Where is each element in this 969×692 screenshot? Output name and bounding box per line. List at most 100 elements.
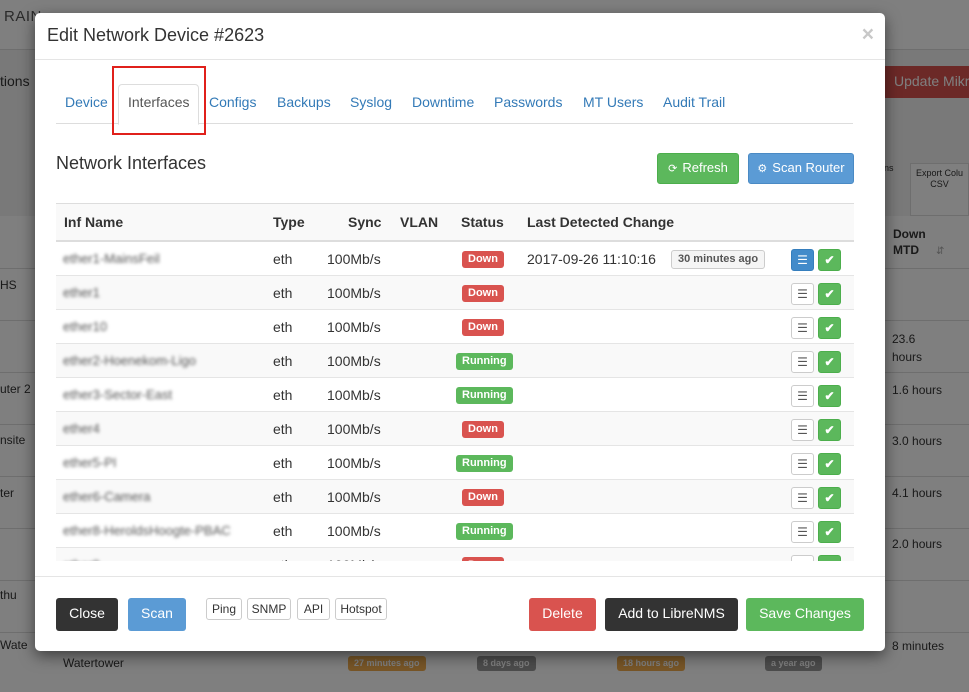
interface-sync: 100Mb/s	[327, 523, 381, 539]
add-librenms-button[interactable]: Add to LibreNMS	[605, 598, 738, 631]
check-icon[interactable]: ✔	[818, 521, 841, 543]
tab-syslog[interactable]: Syslog	[350, 84, 392, 124]
scan-router-button[interactable]: ⚙ Scan Router	[748, 153, 854, 184]
tab-mt-users[interactable]: MT Users	[583, 84, 643, 124]
tab-downtime[interactable]: Downtime	[412, 84, 474, 124]
table-row: ether9 eth 100Mb/s Down ☰ ✔	[56, 548, 854, 561]
list-icon[interactable]: ☰	[791, 521, 814, 543]
modal-header: Edit Network Device #2623 ×	[35, 13, 885, 60]
status-badge: Running	[456, 353, 513, 370]
status-badge: Running	[456, 387, 513, 404]
col-sync: Sync	[348, 214, 382, 230]
gear-icon: ⚙	[757, 163, 768, 175]
interface-type: eth	[273, 455, 293, 471]
list-icon[interactable]: ☰	[791, 487, 814, 509]
check-icon[interactable]: ✔	[818, 555, 841, 561]
table-row: ether1-MainsFeil eth 100Mb/s Down 2017-09-26…	[56, 242, 854, 276]
interface-name: ether9	[63, 557, 100, 561]
snmp-button[interactable]: SNMP	[247, 598, 291, 620]
table-row: ether2-Hoenekom-Ligo eth 100Mb/s Running ☰ ✔	[56, 344, 854, 378]
check-icon[interactable]: ✔	[818, 385, 841, 407]
col-last-change: Last Detected Change	[527, 214, 675, 230]
interface-name: ether8-HeroldsHoogte-PBAC	[63, 523, 231, 538]
interface-sync: 100Mb/s	[327, 557, 381, 561]
tab-device[interactable]: Device	[65, 84, 108, 124]
col-vlan: VLAN	[400, 214, 439, 230]
check-icon[interactable]: ✔	[818, 249, 841, 271]
interface-sync: 100Mb/s	[327, 455, 381, 471]
section-title: Network Interfaces	[56, 153, 207, 173]
interface-sync: 100Mb/s	[327, 285, 381, 301]
check-icon[interactable]: ✔	[818, 453, 841, 475]
status-badge: Down	[462, 489, 504, 506]
interface-sync: 100Mb/s	[327, 319, 381, 335]
close-button[interactable]: Close	[56, 598, 118, 631]
tab-passwords[interactable]: Passwords	[494, 84, 562, 124]
scan-router-label: Scan Router	[772, 160, 845, 175]
interface-sync: 100Mb/s	[327, 421, 381, 437]
interface-name: ether3-Sector-East	[63, 387, 173, 402]
check-icon[interactable]: ✔	[818, 317, 841, 339]
interface-type: eth	[273, 489, 293, 505]
last-change: 2017-09-26 11:10:16	[527, 251, 656, 267]
time-ago-badge: 30 minutes ago	[671, 250, 766, 269]
list-icon[interactable]: ☰	[791, 317, 814, 339]
interface-type: eth	[273, 421, 293, 437]
status-badge: Running	[456, 523, 513, 540]
interface-name: ether1-MainsFeil	[63, 251, 160, 266]
check-icon[interactable]: ✔	[818, 283, 841, 305]
table-row: ether8-HeroldsHoogte-PBAC eth 100Mb/s Runni…	[56, 514, 854, 548]
check-icon[interactable]: ✔	[818, 419, 841, 441]
list-icon[interactable]: ☰	[791, 385, 814, 407]
edit-device-modal: Edit Network Device #2623 × Device Inter…	[35, 13, 885, 651]
list-icon[interactable]: ☰	[791, 249, 814, 271]
delete-button[interactable]: Delete	[529, 598, 596, 631]
table-row: ether1 eth 100Mb/s Down ☰ ✔	[56, 276, 854, 310]
tab-backups[interactable]: Backups	[277, 84, 331, 124]
status-badge: Running	[456, 455, 513, 472]
interface-type: eth	[273, 523, 293, 539]
hotspot-button[interactable]: Hotspot	[335, 598, 387, 620]
col-status: Status	[461, 214, 504, 230]
interface-name: ether1	[63, 285, 100, 300]
list-icon[interactable]: ☰	[791, 555, 814, 561]
table-row: ether5-PI eth 100Mb/s Running ☰ ✔	[56, 446, 854, 480]
interface-type: eth	[273, 387, 293, 403]
list-icon[interactable]: ☰	[791, 283, 814, 305]
col-type: Type	[273, 214, 305, 230]
interface-type: eth	[273, 251, 293, 267]
check-icon[interactable]: ✔	[818, 487, 841, 509]
list-icon[interactable]: ☰	[791, 453, 814, 475]
interface-sync: 100Mb/s	[327, 353, 381, 369]
list-icon[interactable]: ☰	[791, 419, 814, 441]
list-icon[interactable]: ☰	[791, 351, 814, 373]
interface-sync: 100Mb/s	[327, 387, 381, 403]
api-button[interactable]: API	[297, 598, 330, 620]
interface-sync: 100Mb/s	[327, 251, 381, 267]
table-header: Inf Name Type Sync VLAN Status Last Dete…	[56, 203, 854, 242]
tab-audit-trail[interactable]: Audit Trail	[663, 84, 725, 124]
interface-type: eth	[273, 353, 293, 369]
modal-title: Edit Network Device #2623	[47, 25, 265, 45]
close-icon[interactable]: ×	[862, 24, 874, 45]
ping-button[interactable]: Ping	[206, 598, 242, 620]
col-inf-name: Inf Name	[64, 214, 124, 230]
interface-name: ether5-PI	[63, 455, 117, 470]
refresh-label: Refresh	[682, 160, 728, 175]
active-tab-highlight	[112, 66, 206, 135]
interface-name: ether4	[63, 421, 100, 436]
interface-name: ether6-Camera	[63, 489, 151, 504]
tab-configs[interactable]: Configs	[209, 84, 256, 124]
save-changes-button[interactable]: Save Changes	[746, 598, 864, 631]
table-row: ether6-Camera eth 100Mb/s Down ☰ ✔	[56, 480, 854, 514]
refresh-button[interactable]: ⟳ Refresh	[657, 153, 739, 184]
interfaces-table: Inf Name Type Sync VLAN Status Last Dete…	[56, 203, 854, 561]
modal-footer: Close Scan Ping SNMP API Hotspot Delete …	[35, 576, 885, 651]
interface-type: eth	[273, 557, 292, 561]
status-badge: Down	[462, 421, 504, 438]
interface-type: eth	[273, 285, 293, 301]
table-row: ether4 eth 100Mb/s Down ☰ ✔	[56, 412, 854, 446]
scan-button[interactable]: Scan	[128, 598, 186, 631]
check-icon[interactable]: ✔	[818, 351, 841, 373]
interface-type: eth	[273, 319, 293, 335]
